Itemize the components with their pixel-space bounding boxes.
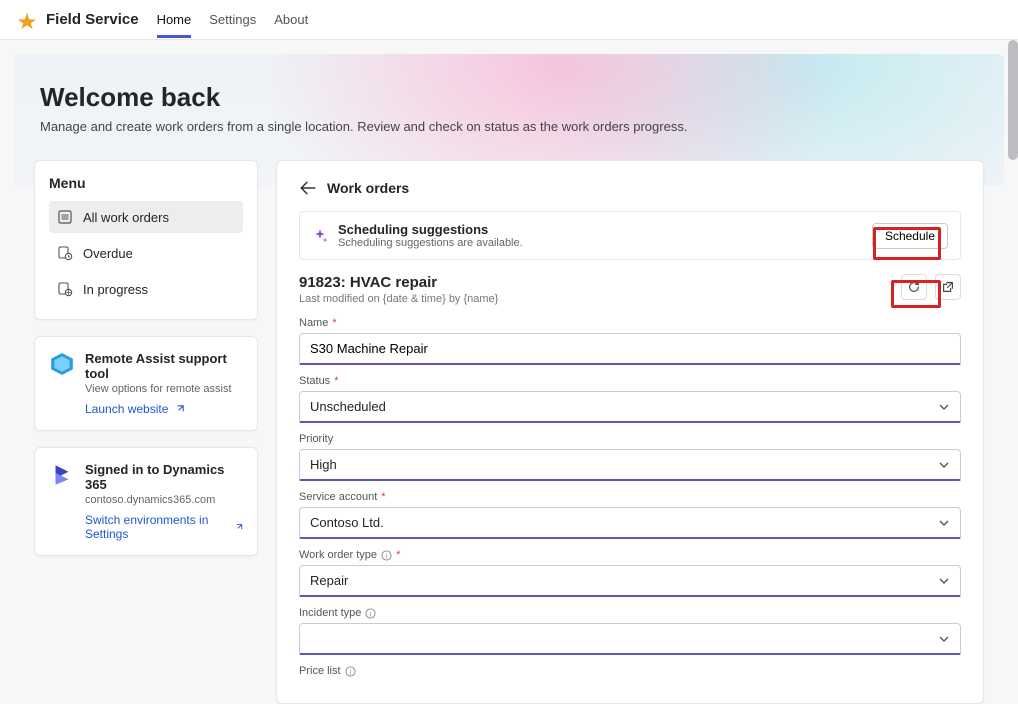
- menu-item-label: In progress: [83, 282, 148, 297]
- page-title: Work orders: [327, 180, 409, 196]
- required-icon: *: [334, 375, 338, 387]
- menu-heading: Menu: [49, 175, 243, 191]
- order-header: 91823: HVAC repair Last modified on {dat…: [299, 274, 961, 305]
- button-label: Schedule: [885, 229, 935, 243]
- nav-tabs: Home Settings About: [157, 2, 309, 38]
- app-logo-icon: [18, 11, 36, 29]
- suggestion-title: Scheduling suggestions: [338, 222, 523, 237]
- nav-tab-label: About: [274, 12, 308, 27]
- clock-icon: [57, 245, 73, 261]
- label-text: Priority: [299, 433, 333, 445]
- refresh-button[interactable]: [901, 274, 927, 300]
- select-value: Unscheduled: [310, 399, 386, 414]
- menu-item-in-progress[interactable]: In progress: [49, 273, 243, 305]
- label-text: Name: [299, 317, 328, 329]
- link-label: Launch website: [85, 402, 168, 416]
- hero-subtitle: Manage and create work orders from a sin…: [40, 119, 978, 134]
- svg-text:i: i: [386, 551, 388, 560]
- work-order-type-label: Work order type i *: [299, 549, 961, 561]
- label-text: Service account: [299, 491, 377, 503]
- select-value: High: [310, 457, 337, 472]
- remote-assist-subtitle: View options for remote assist: [85, 383, 243, 395]
- nav-tab-label: Home: [157, 12, 192, 27]
- name-label: Name *: [299, 317, 961, 329]
- remote-assist-card: Remote Assist support tool View options …: [34, 336, 258, 431]
- required-icon: *: [381, 491, 385, 503]
- priority-select[interactable]: High: [299, 449, 961, 481]
- chevron-down-icon: [938, 459, 950, 471]
- priority-label: Priority: [299, 433, 961, 445]
- hexagon-icon: [49, 351, 75, 377]
- menu-card: Menu All work orders Overdue In progress: [34, 160, 258, 320]
- menu-item-label: All work orders: [83, 210, 169, 225]
- status-label: Status *: [299, 375, 961, 387]
- incident-type-label: Incident type i: [299, 607, 961, 619]
- label-text: Price list: [299, 665, 341, 677]
- chevron-down-icon: [938, 575, 950, 587]
- back-button[interactable]: [299, 179, 317, 197]
- info-icon[interactable]: i: [365, 608, 376, 619]
- chevron-down-icon: [938, 517, 950, 529]
- top-bar: Field Service Home Settings About: [0, 0, 1018, 40]
- svg-text:i: i: [370, 609, 372, 618]
- label-text: Status: [299, 375, 330, 387]
- signed-in-title: Signed in to Dynamics 365: [85, 462, 243, 492]
- select-value: Contoso Ltd.: [310, 515, 384, 530]
- service-account-select[interactable]: Contoso Ltd.: [299, 507, 961, 539]
- schedule-button[interactable]: Schedule: [872, 223, 948, 249]
- suggestion-subtitle: Scheduling suggestions are available.: [338, 237, 523, 249]
- launch-website-link[interactable]: Launch website: [85, 402, 185, 416]
- chevron-down-icon: [938, 633, 950, 645]
- app-title: Field Service: [46, 11, 139, 28]
- status-select[interactable]: Unscheduled: [299, 391, 961, 423]
- required-icon: *: [396, 549, 400, 561]
- menu-item-label: Overdue: [83, 246, 133, 261]
- external-link-icon: [234, 522, 243, 533]
- nav-tab-home[interactable]: Home: [157, 2, 192, 38]
- scrollbar-thumb[interactable]: [1008, 40, 1018, 160]
- open-external-button[interactable]: [935, 274, 961, 300]
- nav-tab-label: Settings: [209, 12, 256, 27]
- info-icon[interactable]: i: [381, 550, 392, 561]
- progress-icon: [57, 281, 73, 297]
- select-value: Repair: [310, 573, 348, 588]
- sparkle-icon: [312, 228, 328, 244]
- remote-assist-title: Remote Assist support tool: [85, 351, 243, 381]
- signed-in-card: Signed in to Dynamics 365 contoso.dynami…: [34, 447, 258, 556]
- external-link-icon: [174, 404, 185, 415]
- list-icon: [57, 209, 73, 225]
- svg-text:i: i: [349, 667, 351, 676]
- incident-type-select[interactable]: [299, 623, 961, 655]
- scheduling-suggestion-banner: Scheduling suggestions Scheduling sugges…: [299, 211, 961, 260]
- menu-item-all-work-orders[interactable]: All work orders: [49, 201, 243, 233]
- label-text: Work order type: [299, 549, 377, 561]
- chevron-down-icon: [938, 401, 950, 413]
- nav-tab-settings[interactable]: Settings: [209, 2, 256, 38]
- nav-tab-about[interactable]: About: [274, 2, 308, 38]
- name-input[interactable]: [299, 333, 961, 365]
- price-list-label: Price list i: [299, 665, 961, 677]
- info-icon[interactable]: i: [345, 666, 356, 677]
- signed-in-subtitle: contoso.dynamics365.com: [85, 494, 243, 506]
- work-order-type-select[interactable]: Repair: [299, 565, 961, 597]
- link-label: Switch environments in Settings: [85, 513, 228, 541]
- order-title: 91823: HVAC repair: [299, 274, 901, 291]
- hero-title: Welcome back: [40, 82, 978, 113]
- required-icon: *: [332, 317, 336, 329]
- label-text: Incident type: [299, 607, 361, 619]
- order-meta: Last modified on {date & time} by {name}: [299, 293, 901, 305]
- dynamics-icon: [49, 462, 75, 488]
- work-order-panel: Work orders Scheduling suggestions Sched…: [276, 160, 984, 704]
- vertical-scrollbar[interactable]: [1008, 40, 1018, 635]
- menu-item-overdue[interactable]: Overdue: [49, 237, 243, 269]
- service-account-label: Service account *: [299, 491, 961, 503]
- switch-env-link[interactable]: Switch environments in Settings: [85, 513, 243, 541]
